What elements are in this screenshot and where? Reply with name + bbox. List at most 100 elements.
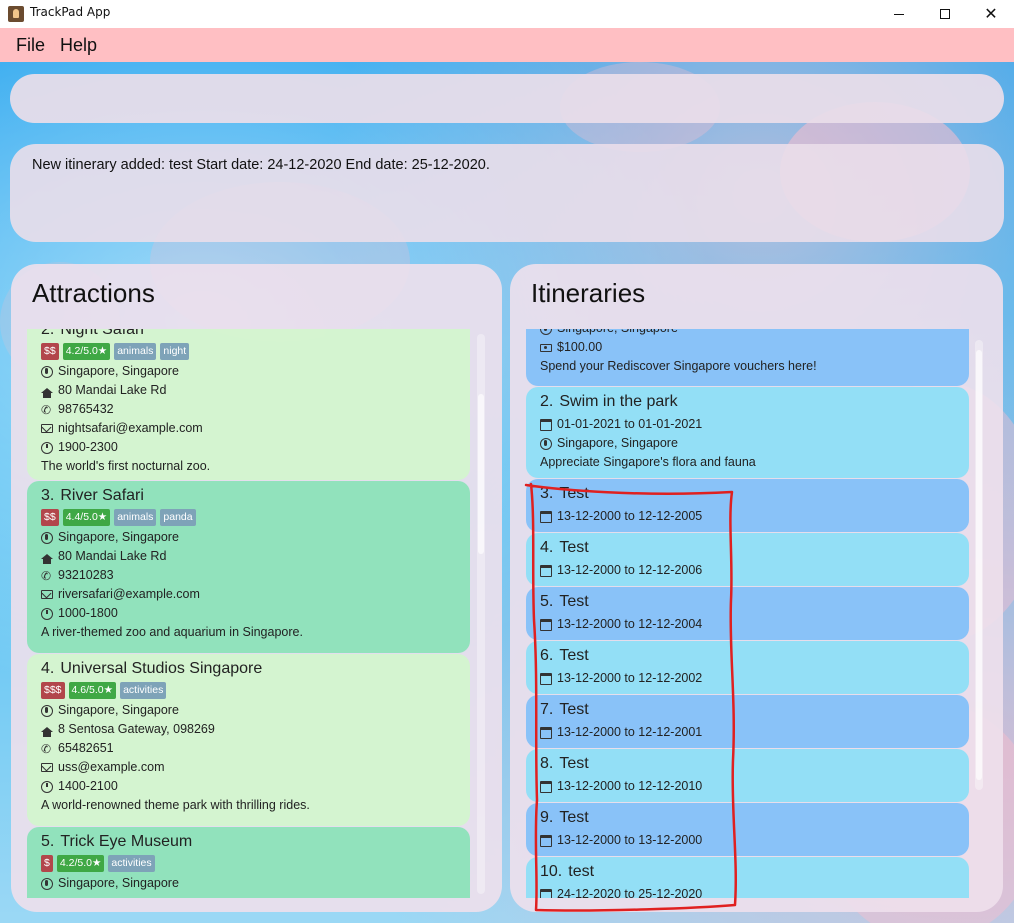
dates-row: 13-12-2000 to 12-12-2010 — [540, 777, 955, 796]
globe-icon — [540, 329, 552, 335]
description-row: The world's first nocturnal zoo. — [41, 459, 211, 473]
menu-file[interactable]: File — [16, 35, 45, 56]
itinerary-name: 9. Test — [540, 809, 589, 826]
attractions-panel: Attractions 2. Night Safari $$ 4.2/5.0★ a… — [11, 264, 502, 912]
itinerary-card[interactable]: 3. Test 13-12-2000 to 12-12-2005 — [526, 479, 969, 532]
rating-tag: 4.4/5.0★ — [62, 509, 111, 526]
home-icon — [41, 727, 53, 737]
menu-help[interactable]: Help — [60, 35, 97, 56]
attraction-tags: $ 4.2/5.0★ activities — [41, 855, 456, 872]
description-row: Spend your Rediscover Singapore vouchers… — [540, 359, 817, 373]
itineraries-list[interactable]: Singapore, Singapore $100.00 Spend your … — [525, 329, 972, 898]
attractions-scroll-thumb[interactable] — [478, 394, 484, 554]
mail-icon — [41, 424, 53, 433]
price-tag: $$ — [41, 509, 59, 526]
itinerary-card[interactable]: 8. Test 13-12-2000 to 12-12-2010 — [526, 749, 969, 802]
location-row: Singapore, Singapore — [41, 701, 456, 720]
hours-row: 1900-2300 — [41, 438, 456, 457]
calendar-icon — [540, 510, 552, 523]
itinerary-card[interactable]: 2. Swim in the park 01-01-2021 to 01-01-2… — [526, 387, 969, 478]
clock-icon — [41, 780, 53, 793]
globe-icon — [41, 877, 53, 890]
itinerary-card[interactable]: Singapore, Singapore $100.00 Spend your … — [526, 329, 969, 386]
maximize-button[interactable] — [922, 0, 968, 28]
address-row: 80 Mandai Lake Rd — [41, 547, 456, 566]
phone-row: ✆ 93210283 — [41, 568, 114, 583]
rating-tag: 4.2/5.0★ — [62, 343, 111, 360]
address-row: 8 Sentosa Gateway, 098269 — [41, 720, 456, 739]
clock-icon — [41, 441, 53, 454]
price-tag: $$ — [41, 343, 59, 360]
itinerary-card[interactable]: 9. Test 13-12-2000 to 13-12-2000 — [526, 803, 969, 856]
attraction-name: 3. River Safari — [41, 487, 144, 504]
itinerary-name: 6. Test — [540, 647, 589, 664]
phone-row: ✆ 65482651 — [41, 741, 114, 756]
title-bar: TrackPad App ✕ — [0, 0, 1014, 28]
phone-icon: ✆ — [41, 402, 52, 417]
attraction-tags: $$ 4.2/5.0★ animals night — [41, 343, 456, 360]
calendar-icon — [540, 418, 552, 431]
attraction-card[interactable]: 4. Universal Studios Singapore $$$ 4.6/5.… — [27, 654, 470, 826]
maximize-icon — [940, 9, 950, 19]
email-row: nightsafari@example.com — [41, 419, 456, 438]
dates-row: 13-12-2000 to 12-12-2005 — [540, 507, 955, 526]
minimize-icon — [894, 13, 904, 15]
globe-icon — [41, 531, 53, 544]
category-tag: animals — [114, 509, 157, 526]
phone-row: ✆ 98765432 — [41, 402, 114, 417]
description-row: Appreciate Singapore's flora and fauna — [540, 455, 756, 469]
email-row: uss@example.com — [41, 758, 456, 777]
hours-row: 1000-1800 — [41, 604, 456, 623]
itinerary-card[interactable]: 5. Test 13-12-2000 to 12-12-2004 — [526, 587, 969, 640]
attraction-name: 4. Universal Studios Singapore — [41, 660, 263, 677]
itineraries-scrollbar[interactable] — [975, 340, 983, 790]
location-row: Singapore, Singapore — [540, 434, 955, 453]
home-icon — [41, 388, 53, 398]
dates-row: 13-12-2000 to 12-12-2002 — [540, 669, 955, 688]
itinerary-name: 7. Test — [540, 701, 589, 718]
itinerary-name: 2. Swim in the park — [540, 393, 678, 410]
attraction-name: 2. Night Safari — [41, 329, 144, 338]
attractions-title: Attractions — [32, 278, 155, 308]
dates-row: 13-12-2000 to 12-12-2006 — [540, 561, 955, 580]
clock-icon — [41, 607, 53, 620]
money-icon — [540, 343, 552, 352]
phone-icon: ✆ — [41, 568, 52, 583]
attractions-scrollbar[interactable] — [477, 334, 485, 894]
dates-row: 13-12-2000 to 13-12-2000 — [540, 831, 955, 850]
attraction-card[interactable]: 5. Trick Eye Museum $ 4.2/5.0★ activities… — [27, 827, 470, 898]
category-tag: night — [160, 343, 190, 360]
itineraries-panel: Itineraries Singapore, Singapore $100.00… — [510, 264, 1003, 912]
itineraries-scroll-thumb[interactable] — [976, 350, 982, 780]
location-row: Singapore, Singapore — [41, 528, 456, 547]
itinerary-card[interactable]: 4. Test 13-12-2000 to 12-12-2006 — [526, 533, 969, 586]
rating-tag: 4.6/5.0★ — [68, 682, 117, 699]
itinerary-card[interactable]: 7. Test 13-12-2000 to 12-12-2001 — [526, 695, 969, 748]
attraction-card[interactable]: 2. Night Safari $$ 4.2/5.0★ animals night… — [27, 329, 470, 480]
calendar-icon — [540, 564, 552, 577]
itinerary-card[interactable]: 6. Test 13-12-2000 to 12-12-2002 — [526, 641, 969, 694]
command-input[interactable] — [10, 74, 1004, 123]
itinerary-name: 4. Test — [540, 539, 589, 556]
minimize-button[interactable] — [876, 0, 922, 28]
attraction-tags: $$$ 4.6/5.0★ activities — [41, 682, 456, 699]
calendar-icon — [540, 780, 552, 793]
itineraries-title: Itineraries — [531, 278, 646, 308]
price-tag: $ — [41, 855, 53, 872]
globe-icon — [41, 704, 53, 717]
close-button[interactable]: ✕ — [968, 0, 1014, 28]
location-row: Singapore, Singapore — [540, 329, 955, 338]
dates-row: 01-01-2021 to 01-01-2021 — [540, 415, 955, 434]
address-row: 80 Mandai Lake Rd — [41, 381, 456, 400]
attraction-card[interactable]: 3. River Safari $$ 4.4/5.0★ animals panda… — [27, 481, 470, 653]
itinerary-card[interactable]: 10. test 24-12-2020 to 25-12-2020 — [526, 857, 969, 898]
price-tag: $$$ — [41, 682, 65, 699]
itinerary-name: 8. Test — [540, 755, 589, 772]
itinerary-name: 10. test — [540, 863, 595, 880]
dates-row: 24-12-2020 to 25-12-2020 — [540, 885, 955, 898]
phone-icon: ✆ — [41, 741, 52, 756]
dates-row: 13-12-2000 to 12-12-2004 — [540, 615, 955, 634]
category-tag: animals — [114, 343, 157, 360]
attractions-list[interactable]: 2. Night Safari $$ 4.2/5.0★ animals night… — [26, 329, 471, 898]
result-message: New itinerary added: test Start date: 24… — [32, 157, 490, 173]
